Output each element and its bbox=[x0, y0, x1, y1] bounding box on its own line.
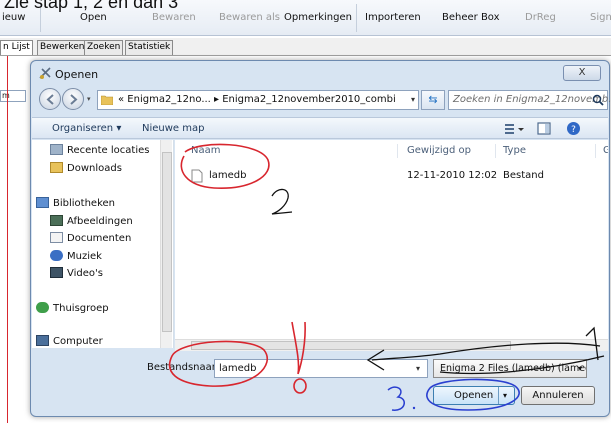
search-placeholder: Zoeken in Enigma2_12novemb... bbox=[453, 94, 611, 105]
column-divider[interactable] bbox=[397, 144, 398, 158]
nav-item-computer[interactable]: Computer bbox=[36, 335, 103, 347]
nav-item-recent-locations[interactable]: Recente locaties bbox=[50, 144, 149, 156]
column-header-name[interactable]: Naam bbox=[191, 145, 220, 156]
help-icon[interactable]: ? bbox=[566, 121, 581, 136]
new-folder-button[interactable]: Nieuwe map bbox=[142, 123, 204, 134]
open-file-dialog: Openen X ▾ « Enigma2_12no... ▸ Enigma2_1… bbox=[30, 60, 611, 417]
nav-item-libraries[interactable]: Bibliotheken bbox=[36, 197, 115, 209]
file-name: lamedb bbox=[209, 170, 247, 181]
toolbar-open-button[interactable]: Open bbox=[80, 12, 107, 23]
view-options-icon[interactable] bbox=[504, 121, 526, 136]
search-icon bbox=[592, 94, 604, 106]
nav-item-downloads[interactable]: Downloads bbox=[50, 162, 122, 174]
file-modified: 12-11-2010 12:02 bbox=[407, 170, 498, 181]
open-button[interactable]: Openen ▾ bbox=[433, 386, 515, 405]
tab-edit[interactable]: Bewerken bbox=[37, 40, 88, 55]
nav-item-label: Video's bbox=[67, 268, 103, 279]
nav-item-label: Documenten bbox=[67, 233, 132, 244]
file-type: Bestand bbox=[503, 170, 544, 181]
instruction-caption: Zie stap 1, 2 en dan 3 bbox=[4, 0, 179, 12]
nav-item-documents[interactable]: Documenten bbox=[50, 232, 131, 244]
toolbar-drreg-button[interactable]: DrReg bbox=[525, 12, 556, 23]
back-arrow-icon bbox=[46, 94, 54, 105]
nav-item-music[interactable]: Muziek bbox=[50, 250, 102, 262]
toolbar-sign-button[interactable]: Sign bbox=[590, 12, 611, 23]
toolbar-separator bbox=[356, 4, 357, 32]
music-icon bbox=[50, 250, 63, 261]
folder-icon bbox=[101, 95, 113, 105]
column-header-modified[interactable]: Gewijzigd op bbox=[407, 145, 471, 156]
filename-input[interactable]: lamedb bbox=[214, 359, 428, 378]
organize-button[interactable]: Organiseren ▾ bbox=[52, 123, 121, 134]
address-path: « Enigma2_12no... ▸ Enigma2_12november20… bbox=[118, 94, 396, 105]
svg-text:?: ? bbox=[571, 125, 576, 135]
file-type-filter: Enigma 2 Files (lamedb) (lamec bbox=[440, 363, 587, 374]
file-list: Naam Gewijzigd op Type G lamedb 12-11-20… bbox=[175, 140, 608, 348]
toolbar-new-button[interactable]: ieuw bbox=[2, 12, 25, 23]
nav-item-label: Afbeeldingen bbox=[67, 216, 133, 227]
toolbar-save-button[interactable]: Bewaren bbox=[152, 12, 196, 23]
tab-statistics[interactable]: Statistiek bbox=[125, 40, 174, 55]
close-button[interactable]: X bbox=[563, 65, 601, 81]
preview-pane-icon[interactable] bbox=[537, 121, 551, 136]
margin-line bbox=[7, 56, 8, 423]
search-input[interactable]: Zoeken in Enigma2_12novemb... bbox=[448, 90, 611, 110]
dialog-title: Openen bbox=[55, 68, 99, 81]
nav-item-videos[interactable]: Video's bbox=[50, 267, 103, 279]
address-dropdown-icon[interactable]: ▾ bbox=[411, 95, 415, 104]
scrollbar-thumb[interactable] bbox=[162, 152, 172, 332]
pictures-icon bbox=[50, 215, 63, 226]
toolbar-manage-box-button[interactable]: Beheer Box bbox=[442, 12, 500, 23]
computer-icon bbox=[36, 335, 49, 346]
nav-item-label: Muziek bbox=[67, 251, 102, 262]
cancel-button[interactable]: Annuleren bbox=[521, 386, 595, 405]
table-row[interactable]: lamedb 12-11-2010 12:02 Bestand bbox=[187, 168, 607, 184]
homegroup-icon bbox=[36, 302, 49, 313]
back-button[interactable] bbox=[39, 88, 61, 110]
nav-item-label: Recente locaties bbox=[67, 145, 150, 156]
file-type-select[interactable]: Enigma 2 Files (lamedb) (lamec ▾ bbox=[433, 359, 587, 378]
column-header-extra[interactable]: G bbox=[603, 145, 608, 156]
nav-item-label: Downloads bbox=[67, 163, 122, 174]
column-divider[interactable] bbox=[595, 144, 596, 158]
column-divider[interactable] bbox=[495, 144, 496, 158]
nav-item-homegroup[interactable]: Thuisgroep bbox=[36, 302, 109, 314]
open-button-label: Openen bbox=[454, 390, 494, 401]
nav-item-label: Computer bbox=[53, 336, 103, 347]
split-divider bbox=[498, 387, 499, 404]
tab-list[interactable]: n Lijst bbox=[0, 40, 33, 55]
videos-icon bbox=[50, 267, 63, 278]
forward-arrow-icon bbox=[70, 94, 78, 105]
toolbar-save-as-button[interactable]: Bewaren als bbox=[219, 12, 280, 23]
command-bar: Organiseren ▾ Nieuwe map ? bbox=[32, 117, 608, 139]
nav-item-pictures[interactable]: Afbeeldingen bbox=[50, 215, 133, 227]
tab-search[interactable]: Zoeken bbox=[84, 40, 124, 55]
toolbar-import-button[interactable]: Importeren bbox=[365, 12, 421, 23]
forward-button[interactable] bbox=[62, 88, 84, 110]
documents-icon bbox=[50, 232, 63, 243]
file-icon bbox=[191, 169, 203, 183]
chevron-down-icon: ▾ bbox=[577, 364, 582, 373]
nav-item-label: Bibliotheken bbox=[53, 198, 115, 209]
close-icon: X bbox=[578, 67, 586, 78]
downloads-folder-icon bbox=[50, 162, 63, 173]
address-bar[interactable]: « Enigma2_12no... ▸ Enigma2_12november20… bbox=[97, 90, 419, 110]
recent-locations-icon bbox=[50, 144, 63, 155]
toolbar-notes-button[interactable]: Opmerkingen bbox=[284, 12, 352, 23]
navigation-pane: Recente locaties Downloads Bibliotheken … bbox=[32, 140, 174, 348]
nav-item-label: Thuisgroep bbox=[53, 303, 109, 314]
filename-dropdown-icon[interactable]: ▾ bbox=[416, 364, 420, 373]
navigation-scrollbar[interactable] bbox=[160, 140, 172, 348]
refresh-icon: ⇆ bbox=[428, 93, 438, 106]
scrollbar-thumb[interactable] bbox=[191, 341, 511, 350]
app-tab-strip: n Lijst Bewerken Zoeken Statistiek bbox=[0, 38, 611, 56]
refresh-button[interactable]: ⇆ bbox=[421, 90, 445, 110]
history-dropdown-icon[interactable]: ▾ bbox=[87, 95, 95, 103]
horizontal-scrollbar[interactable] bbox=[175, 339, 608, 351]
open-options-dropdown-icon[interactable]: ▾ bbox=[503, 387, 507, 404]
column-header-type[interactable]: Type bbox=[503, 145, 526, 156]
libraries-icon bbox=[36, 197, 49, 208]
open-dialog-icon bbox=[39, 67, 51, 79]
app-side-input[interactable]: m bbox=[0, 90, 26, 102]
